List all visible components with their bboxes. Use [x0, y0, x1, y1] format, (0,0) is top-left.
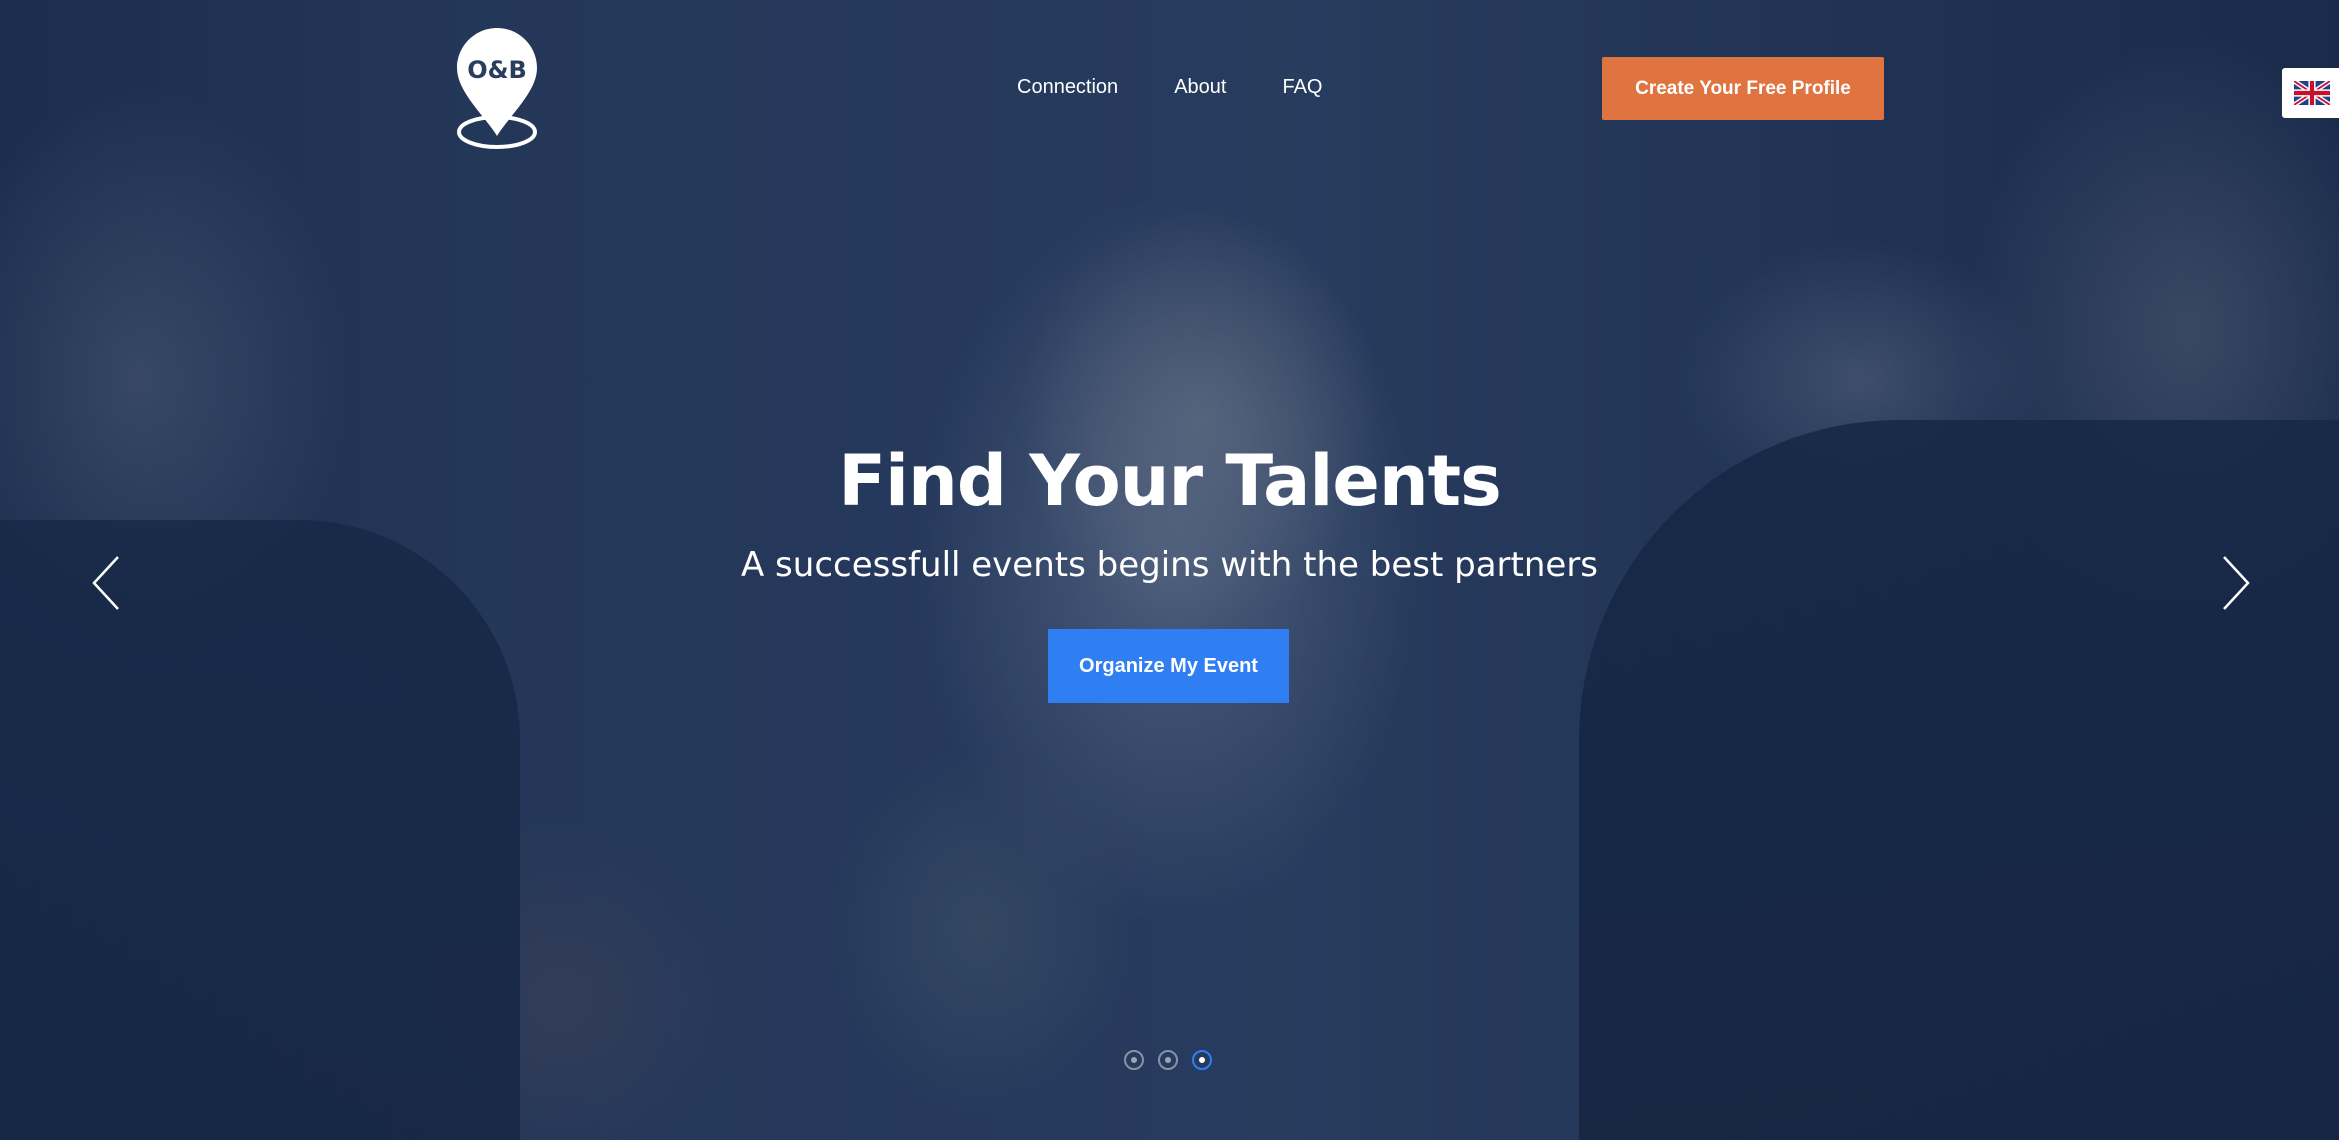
hero-section: O&B Connection About FAQ Create Your Fre…	[0, 0, 2339, 1140]
logo-text: O&B	[467, 56, 527, 84]
create-profile-button[interactable]: Create Your Free Profile	[1602, 57, 1884, 120]
main-nav: Connection About FAQ	[1017, 76, 1322, 99]
carousel-dot-2[interactable]	[1158, 1050, 1178, 1070]
carousel-dot-3[interactable]	[1192, 1050, 1212, 1070]
carousel-indicators	[1124, 1050, 1212, 1070]
chevron-left-icon	[92, 556, 119, 610]
organize-event-button[interactable]: Organize My Event	[1048, 629, 1289, 703]
language-selector[interactable]	[2282, 68, 2339, 118]
carousel-prev-button[interactable]	[88, 555, 128, 611]
carousel-next-button[interactable]	[2214, 555, 2254, 611]
logo[interactable]: O&B	[455, 26, 539, 150]
carousel-dot-1[interactable]	[1124, 1050, 1144, 1070]
hero-subtitle: A successfull events begins with the bes…	[740, 545, 1599, 585]
uk-flag-icon	[2294, 81, 2330, 105]
chevron-right-icon	[2223, 556, 2250, 610]
nav-item-faq[interactable]: FAQ	[1282, 76, 1322, 99]
logo-pin-icon: O&B	[457, 28, 537, 149]
nav-item-connection[interactable]: Connection	[1017, 76, 1118, 99]
hero-title: Find Your Talents	[838, 440, 1502, 522]
nav-item-about[interactable]: About	[1174, 76, 1226, 99]
